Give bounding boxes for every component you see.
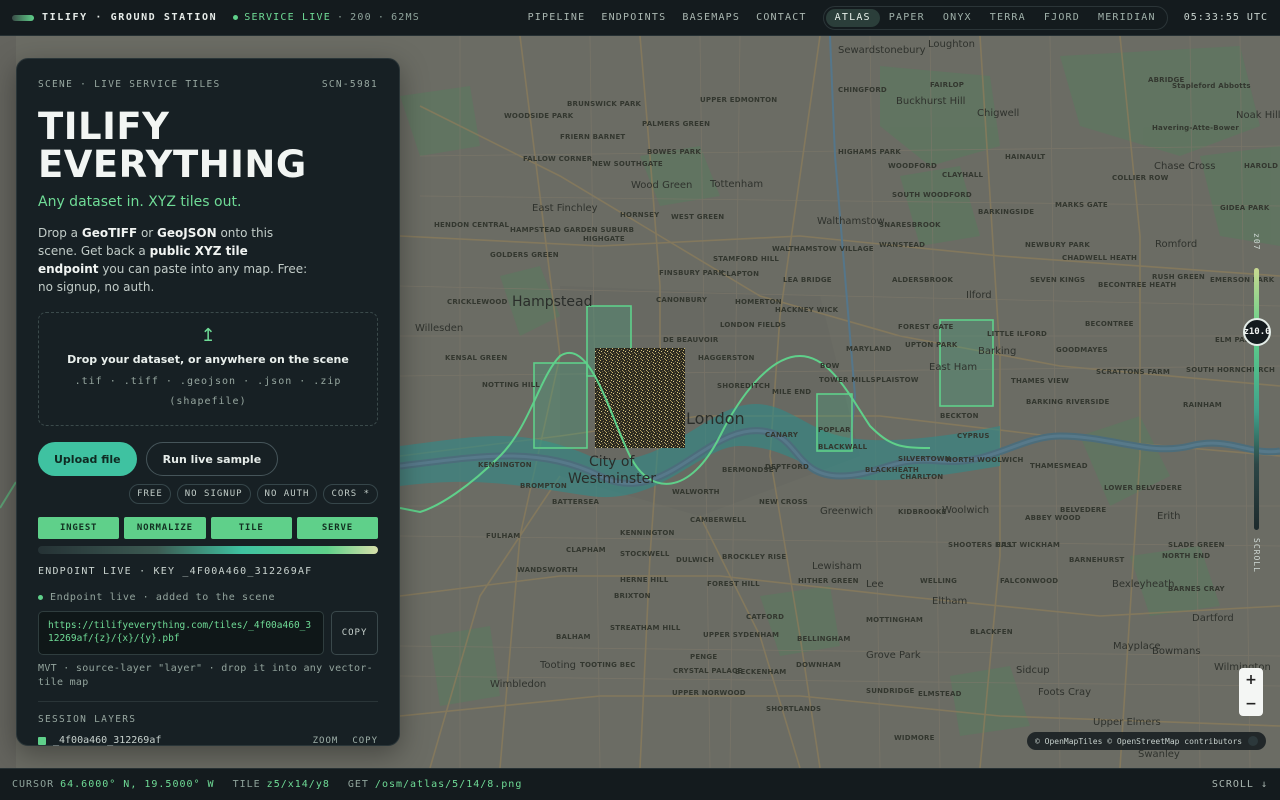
badge-free: FREE — [129, 484, 171, 504]
nav-endpoints[interactable]: ENDPOINTS — [601, 12, 666, 23]
status-dot-icon — [233, 15, 239, 20]
endpoint-status: Endpoint live · added to the scene — [38, 592, 378, 603]
upload-arrow-icon: ↥ — [200, 324, 216, 346]
tile-label: TILE — [232, 779, 261, 790]
style-onyx[interactable]: ONYX — [934, 9, 981, 27]
nav-contact[interactable]: CONTACT — [756, 12, 807, 23]
utc-clock: 05:33:55 UTC — [1183, 12, 1268, 23]
top-bar: TILIFY · GROUND STATION SERVICE LIVE · 2… — [0, 0, 1280, 36]
cursor-value: 64.6000° N, 19.5000° W — [60, 779, 215, 790]
zoom-out-button[interactable]: − — [1245, 696, 1257, 712]
status-bar: CURSOR 64.6000° N, 19.5000° W TILE z5/x14/… — [0, 768, 1280, 800]
badge-cors: CORS * — [323, 484, 378, 504]
main-nav: PIPELINE ENDPOINTS BASEMAPS CONTACT — [528, 12, 807, 23]
scene-panel: SCENE · LIVE SERVICE TILES SCN-5981 TILI… — [16, 58, 400, 746]
logo-icon — [12, 14, 34, 21]
cursor-label: CURSOR — [12, 779, 55, 790]
dataset-dropzone[interactable]: ↥ Drop your dataset, or anywhere on the … — [38, 312, 378, 426]
list-item[interactable]: _4f00a460_312269af ZOOM COPY — [38, 735, 378, 746]
page-title: TILIFY EVERYTHING — [38, 108, 378, 184]
dropzone-extensions: .tif · .tiff · .geojson · .json · .zip (… — [74, 375, 342, 407]
zoom-rail-scroll-label: SCROLL — [1252, 538, 1261, 573]
attribution-text: © OpenMapTiles © OpenStreetMap contribut… — [1035, 736, 1243, 746]
zoom-rail[interactable] — [1254, 268, 1259, 530]
copy-endpoint-button[interactable]: COPY — [331, 611, 378, 655]
layer-name: _4f00a460_312269af — [53, 735, 162, 746]
style-meridian[interactable]: MERIDIAN — [1089, 9, 1165, 27]
scene-id: SCN-5981 — [321, 79, 378, 90]
zoom-controls: + − — [1239, 668, 1263, 716]
pipeline-progress-bar — [38, 546, 378, 554]
service-status: SERVICE LIVE · 200 · 62MS — [233, 12, 420, 23]
map-attribution: © OpenMapTiles © OpenStreetMap contribut… — [1027, 732, 1267, 750]
scroll-hint[interactable]: SCROLL ↓ — [1212, 779, 1268, 790]
nav-basemaps[interactable]: BASEMAPS — [682, 12, 740, 23]
panel-eyebrow: SCENE · LIVE SERVICE TILES — [38, 79, 221, 90]
action-buttons: Upload file Run live sample — [38, 442, 378, 476]
status-latency: 62MS — [391, 12, 420, 23]
badge-no-auth: NO AUTH — [256, 484, 318, 504]
pipeline-stages: INGEST NORMALIZE TILE SERVE — [38, 517, 378, 539]
zoom-max-label: z07 — [1252, 233, 1261, 251]
layer-copy-button[interactable]: COPY — [352, 736, 378, 746]
style-fjord[interactable]: FJORD — [1035, 9, 1089, 27]
panel-header: SCENE · LIVE SERVICE TILES SCN-5981 — [38, 79, 378, 90]
stage-normalize: NORMALIZE — [124, 517, 206, 539]
layer-zoom-button[interactable]: ZOOM — [313, 736, 339, 746]
status-label: SERVICE LIVE — [244, 12, 331, 23]
endpoint-live-dot-icon — [38, 595, 43, 600]
badge-no-signup: NO SIGNUP — [176, 484, 251, 504]
endpoint-status-text: Endpoint live · added to the scene — [50, 592, 276, 603]
stage-ingest: INGEST — [38, 517, 120, 539]
intro-geotiff: GeoTIFF — [81, 226, 138, 240]
intro-text: Drop a GeoTIFF or GeoJSON onto this scen… — [38, 224, 308, 296]
headline-line-2: EVERYTHING — [38, 143, 307, 186]
get-readout: GET/osm/atlas/5/14/8.png — [348, 779, 523, 790]
layer-actions: ZOOM COPY — [313, 736, 378, 746]
style-paper[interactable]: PAPER — [880, 9, 934, 27]
layer-swatch — [38, 736, 46, 745]
feature-badges: FREE NO SIGNUP NO AUTH CORS * — [38, 484, 378, 504]
endpoint-url-row: https://tilifyeverything.com/tiles/_4f00… — [38, 611, 378, 655]
dropzone-title: Drop your dataset, or anywhere on the sc… — [67, 352, 349, 366]
upload-file-button[interactable]: Upload file — [38, 442, 137, 476]
tile-readout: TILE z5/x14/y8 — [233, 779, 330, 790]
tagline: Any dataset in. XYZ tiles out. — [38, 194, 242, 210]
stage-tile: TILE — [210, 517, 292, 539]
cursor-readout: CURSOR 64.6000° N, 19.5000° W — [12, 779, 215, 790]
intro-part: Drop a — [38, 226, 82, 240]
style-atlas[interactable]: ATLAS — [825, 8, 880, 27]
zoom-handle[interactable]: z10.0 — [1243, 318, 1271, 346]
intro-geojson: GeoJSON — [157, 226, 217, 240]
session-layers-header: SESSION LAYERS — [38, 714, 137, 725]
endpoint-url-field[interactable]: https://tilifyeverything.com/tiles/_4f00… — [38, 611, 325, 655]
info-icon[interactable] — [1248, 736, 1259, 746]
tile-value: z5/x14/y8 — [266, 779, 330, 790]
get-label: GET — [347, 779, 369, 790]
mvt-note: MVT · source-layer "layer" · drop it int… — [38, 663, 373, 688]
headline-line-1: TILIFY — [38, 105, 170, 148]
brand-title: TILIFY · GROUND STATION — [42, 12, 218, 23]
style-terra[interactable]: TERRA — [981, 9, 1035, 27]
run-live-sample-button[interactable]: Run live sample — [145, 442, 279, 476]
intro-part: or — [137, 226, 158, 240]
nav-pipeline[interactable]: PIPELINE — [528, 12, 586, 23]
divider — [38, 701, 378, 702]
zoom-in-button[interactable]: + — [1245, 672, 1257, 688]
get-value: /osm/atlas/5/14/8.png — [374, 779, 523, 790]
endpoint-header: ENDPOINT LIVE · KEY _4F00A460_312269AF — [38, 566, 313, 577]
basemap-style-switcher: ATLAS PAPER ONYX TERRA FJORD MERIDIAN — [822, 5, 1168, 30]
stage-serve: SERVE — [296, 517, 378, 539]
status-code: 200 — [350, 12, 372, 23]
